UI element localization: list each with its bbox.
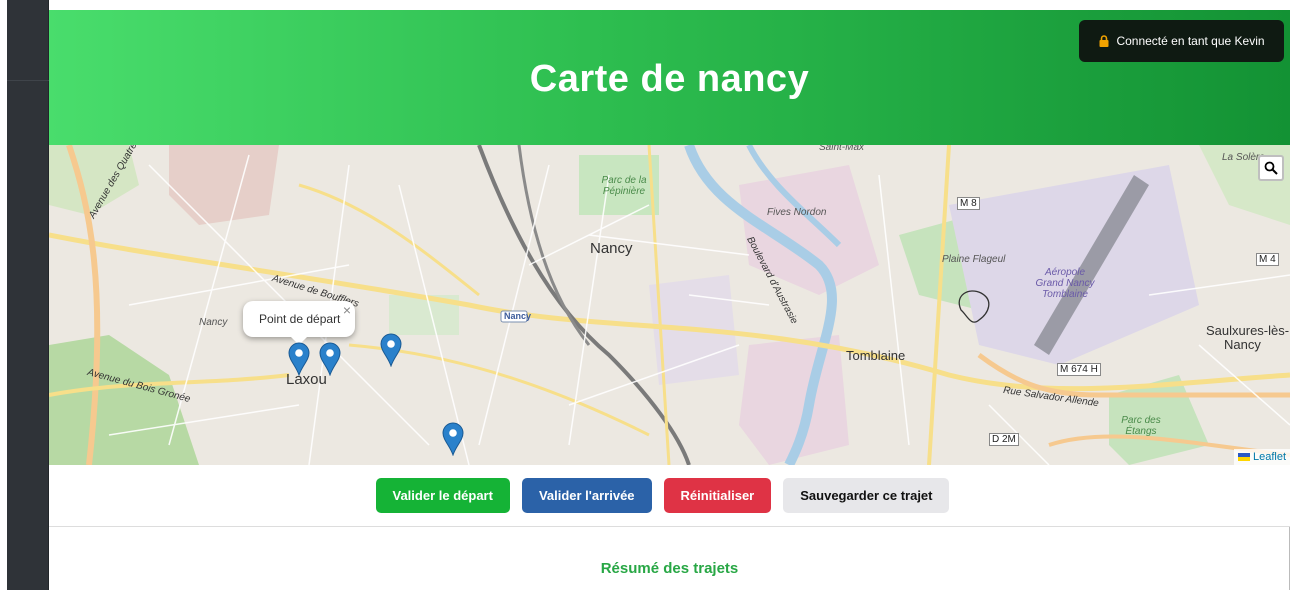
sidebar	[7, 0, 49, 590]
map-label-station: Nancy	[504, 311, 532, 321]
route-controls: Valider le départ Valider l'arrivée Réin…	[49, 465, 1290, 527]
user-badge[interactable]: Connecté en tant que Kevin	[1079, 20, 1284, 62]
map-label-nancy: Nancy	[590, 240, 633, 257]
reset-button[interactable]: Réinitialiser	[663, 478, 772, 513]
map-label-plaine-flageul: Plaine Flageul	[942, 254, 1006, 265]
page-header: Carte de nancy Connecté en tant que Kevi…	[49, 10, 1290, 145]
page-title: Carte de nancy	[529, 58, 810, 100]
map-marker-icon[interactable]	[319, 342, 341, 377]
map-label-saulxures: Saulxures-lès-	[1206, 323, 1290, 338]
close-icon[interactable]: ×	[343, 302, 351, 318]
search-icon	[1264, 161, 1278, 175]
attribution-link[interactable]: Leaflet	[1253, 451, 1286, 463]
map-label-aeroport: Aéropole Grand Nancy Tomblaine	[1035, 267, 1095, 300]
map-popup: Point de départ ×	[243, 301, 355, 345]
sidebar-divider	[7, 80, 49, 81]
map-label-nancy-small: Nancy	[199, 317, 228, 328]
map-label-saint-max: Saint-Max	[819, 145, 865, 153]
map-marker-icon[interactable]	[380, 333, 402, 368]
map-marker-icon[interactable]	[288, 342, 310, 377]
map-marker-icon[interactable]	[442, 422, 464, 457]
summary-title: Résumé des trajets	[600, 560, 739, 577]
map-attribution[interactable]: Leaflet	[1233, 449, 1290, 465]
map-label-parc-etangs: Parc des Étangs	[1121, 415, 1161, 437]
validate-start-button[interactable]: Valider le départ	[375, 478, 510, 513]
map-label-d2m: D 2M	[989, 433, 1019, 446]
app: Carte de nancy Connecté en tant que Kevi…	[49, 0, 1290, 590]
map-view[interactable]: Nancy Laxou Tomblaine Saulxures-lès- Nan…	[49, 145, 1290, 465]
map-popup-text: Point de départ	[259, 312, 341, 326]
map-label-parc-pepiniere: Parc de la Pépinière	[601, 175, 647, 197]
map-tiles	[49, 145, 1290, 465]
user-badge-label: Connecté en tant que Kevin	[1116, 34, 1265, 48]
map-label-m674h: M 674 H	[1057, 363, 1101, 376]
summary-section: Résumé des trajets	[49, 527, 1290, 590]
lock-icon	[1098, 35, 1110, 47]
map-label-fives-nordon: Fives Nordon	[767, 207, 827, 218]
top-edge	[49, 0, 1290, 10]
map-label-saulxures-2: Nancy	[1224, 337, 1261, 352]
map-label-m8: M 8	[957, 197, 980, 210]
flag-icon	[1237, 453, 1250, 461]
validate-end-button[interactable]: Valider l'arrivée	[521, 478, 652, 513]
window-edge	[0, 0, 7, 590]
map-label-m4: M 4	[1256, 253, 1279, 266]
map-search-button[interactable]	[1258, 155, 1284, 181]
map-label-tomblaine: Tomblaine	[846, 348, 906, 363]
save-route-button[interactable]: Sauvegarder ce trajet	[783, 478, 950, 513]
